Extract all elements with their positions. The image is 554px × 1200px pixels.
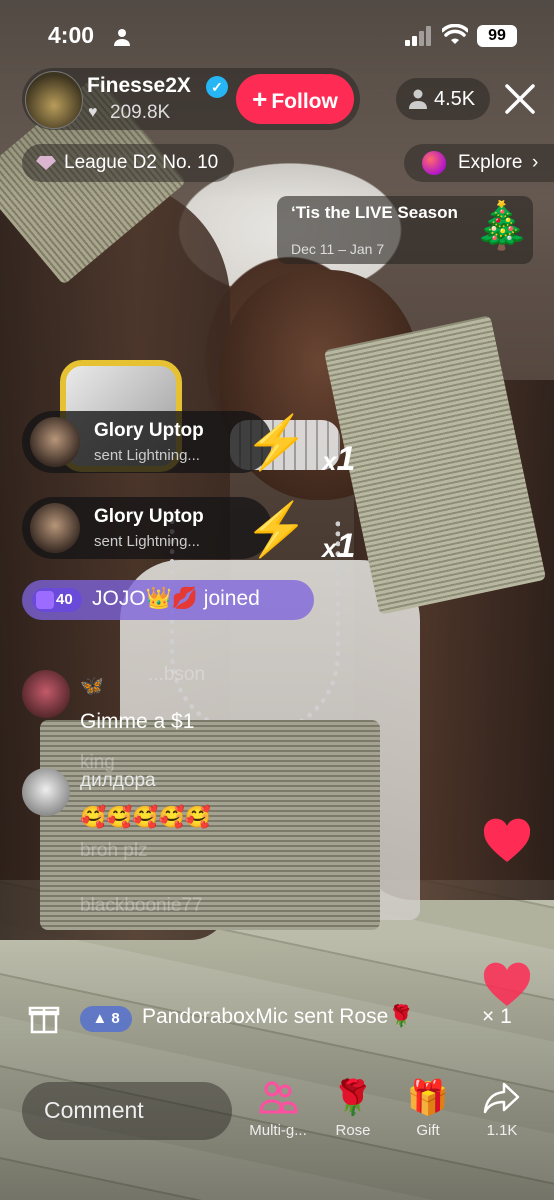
multi-guest-label: Multi-g...: [249, 1122, 307, 1139]
rose-icon: 🌹: [331, 1079, 375, 1117]
commenter-avatar[interactable]: [22, 768, 70, 816]
level-icon: [36, 591, 54, 609]
host-info[interactable]: Finesse2X ✓ ♥ 209.8K + Follow: [22, 68, 360, 130]
gift-banner[interactable]: Glory Uptop sent Lightning...: [22, 497, 272, 559]
gift-count: x1: [322, 527, 356, 565]
rose-label: Rose: [335, 1122, 371, 1139]
plus-icon: +: [252, 84, 268, 114]
status-bar: 4:00 99: [0, 0, 554, 70]
level-badge: ▲ 8: [80, 1006, 132, 1032]
heart-icon: ♥: [88, 104, 98, 121]
planet-icon: [422, 151, 446, 175]
gifter-name: Glory Uptop: [94, 506, 204, 527]
join-notice: 40 JOJO👑💋 joined: [22, 580, 314, 620]
lightning-icon: ⚡: [244, 414, 309, 472]
viewers-icon: [409, 89, 427, 109]
comment-text: Gimme a $1: [80, 710, 195, 733]
explore-label: Explore: [458, 152, 523, 173]
league-badge[interactable]: League D2 No. 10: [22, 144, 234, 182]
season-title: ‘Tis the LIVE Season: [291, 203, 458, 222]
close-icon[interactable]: [503, 82, 537, 116]
host-likes: 209.8K: [110, 102, 171, 123]
share-icon: [483, 1082, 520, 1114]
gem-icon: [36, 156, 56, 170]
gift-count: x1: [322, 440, 356, 478]
bottom-shade: [0, 940, 554, 1200]
level-badge: 40: [32, 588, 82, 612]
comment-text: 🥰🥰🥰🥰🥰: [80, 806, 211, 829]
rose-button[interactable]: 🌹 Rose: [313, 1078, 393, 1139]
gifter-name: Glory Uptop: [94, 420, 204, 441]
gift-banner[interactable]: Glory Uptop sent Lightning...: [22, 411, 272, 473]
live-season-banner[interactable]: ‘Tis the LIVE Season Dec 11 – Jan 7 🎄: [277, 196, 533, 264]
gifter-avatar[interactable]: [30, 417, 80, 467]
gift-text: sent Lightning...: [94, 533, 200, 550]
comment-placeholder: Comment: [44, 1097, 144, 1123]
gift-button[interactable]: 🎁 Gift: [388, 1078, 468, 1139]
rose-text: PandoraboxMic sent Rose🌹: [142, 1005, 415, 1028]
league-label: League D2 No. 10: [64, 152, 219, 173]
heart-icon: [483, 962, 531, 1006]
person-icon: [114, 29, 130, 46]
share-count: 1.1K: [486, 1122, 518, 1139]
battery-indicator: 99: [477, 25, 517, 47]
share-button[interactable]: 1.1K: [462, 1078, 542, 1139]
commenter-avatar[interactable]: [22, 670, 70, 718]
follow-button[interactable]: + Follow: [236, 74, 354, 124]
multi-guest-icon: [259, 1081, 298, 1114]
explore-button[interactable]: Explore ›: [404, 144, 554, 182]
triangle-icon: ▲: [92, 1010, 112, 1027]
heart-icon: [483, 818, 531, 862]
gifter-avatar[interactable]: [30, 503, 80, 553]
signal-icon: [405, 26, 431, 46]
viewer-count[interactable]: 4.5K: [396, 78, 490, 120]
multi-guest-button[interactable]: Multi-g...: [238, 1078, 318, 1139]
gift-label: Gift: [416, 1122, 440, 1139]
viewer-count-value: 4.5K: [434, 88, 476, 110]
christmas-tree-icon: 🎄: [473, 199, 531, 251]
status-time: 4:00: [48, 22, 95, 48]
commenter-name[interactable]: 🦋: [80, 674, 104, 698]
commenter-name[interactable]: дилдора: [80, 770, 156, 792]
lightning-icon: ⚡: [244, 501, 309, 559]
chevron-right-icon: ›: [532, 152, 539, 173]
verified-badge-icon: ✓: [206, 76, 228, 98]
gift-icon: 🎁: [406, 1079, 450, 1117]
host-name[interactable]: Finesse2X: [87, 74, 191, 98]
gift-text: sent Lightning...: [94, 447, 200, 464]
rose-count: × 1: [482, 1005, 512, 1028]
join-text: JOJO👑💋 joined: [92, 587, 260, 610]
comment-input[interactable]: Comment: [22, 1082, 232, 1140]
faded-comment: blackboonie77: [80, 895, 203, 916]
season-dates: Dec 11 – Jan 7: [291, 241, 385, 257]
faded-comment: ...bson: [148, 664, 206, 685]
follow-label: Follow: [271, 90, 338, 113]
host-avatar[interactable]: [25, 71, 83, 129]
wifi-icon: [442, 24, 468, 44]
gift-box-icon[interactable]: [22, 996, 66, 1040]
faded-comment: broh plz: [80, 840, 148, 861]
